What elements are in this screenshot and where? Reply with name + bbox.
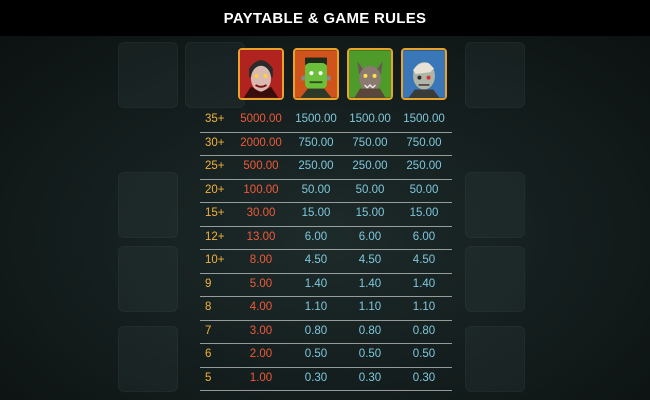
symbol-count: 10+	[205, 254, 225, 266]
payout-vampire: 1.00	[249, 371, 273, 384]
payout-frankenstein: 1500.00	[295, 113, 337, 125]
board-tile	[118, 42, 178, 108]
symbol-count: 35+	[205, 113, 225, 125]
payout-frankenstein: 1.40	[304, 277, 328, 290]
payout-werewolf: 0.30	[358, 371, 382, 384]
payout-werewolf: 6.00	[358, 230, 382, 243]
symbol-count: 25+	[205, 160, 225, 172]
payout-zombie: 1.40	[412, 277, 436, 290]
payout-zombie: 15.00	[409, 207, 439, 219]
payout-vampire: 100.00	[243, 183, 279, 196]
payout-zombie: 1.10	[412, 301, 436, 313]
header-bar: PAYTABLE & GAME RULES	[0, 0, 650, 36]
payout-werewolf: 0.80	[358, 324, 382, 337]
payout-vampire: 2.00	[249, 348, 273, 360]
payout-frankenstein: 750.00	[298, 136, 334, 149]
payout-vampire: 5000.00	[240, 113, 282, 125]
board-tile	[118, 246, 178, 312]
payout-frankenstein: 0.80	[304, 324, 328, 337]
paytable-row: 7 3.00 0.80 0.80 0.80	[200, 320, 452, 344]
payout-zombie: 1500.00	[403, 113, 445, 125]
symbol-count: 20+	[205, 183, 225, 196]
payout-werewolf: 1.10	[358, 301, 382, 313]
payout-werewolf: 250.00	[352, 160, 388, 172]
symbol-count: 12+	[205, 230, 225, 243]
payout-werewolf: 0.50	[358, 348, 382, 360]
payout-zombie: 0.80	[412, 324, 436, 337]
paytable-row: 20+ 100.00 50.00 50.00 50.00	[200, 179, 452, 203]
board-tile	[465, 42, 525, 108]
symbol-count: 9	[205, 277, 212, 290]
payout-frankenstein: 6.00	[304, 230, 328, 243]
symbol-count: 30+	[205, 136, 225, 149]
payout-vampire: 13.00	[246, 230, 276, 243]
symbol-count: 5	[205, 371, 212, 384]
payout-frankenstein: 1.10	[304, 301, 328, 313]
payout-werewolf: 50.00	[355, 183, 385, 196]
payout-zombie: 250.00	[406, 160, 442, 172]
paytable-row: 8 4.00 1.10 1.10 1.10	[200, 296, 452, 321]
board-tile	[465, 172, 525, 238]
paytable-row: 5 1.00 0.30 0.30 0.30	[200, 367, 452, 391]
werewolf-icon	[347, 48, 393, 100]
symbol-count: 15+	[205, 207, 225, 219]
payout-vampire: 5.00	[249, 277, 273, 290]
frankenstein-icon	[293, 48, 339, 100]
board-tile	[118, 172, 178, 238]
payout-zombie: 0.30	[412, 371, 436, 384]
payout-zombie: 50.00	[409, 183, 439, 196]
paytable-row: 10+ 8.00 4.50 4.50 4.50	[200, 249, 452, 274]
payout-werewolf: 4.50	[358, 254, 382, 266]
payout-frankenstein: 50.00	[301, 183, 331, 196]
payout-vampire: 2000.00	[240, 136, 282, 149]
payout-zombie: 6.00	[412, 230, 436, 243]
board-tile	[118, 326, 178, 392]
payout-frankenstein: 250.00	[298, 160, 334, 172]
payout-vampire: 3.00	[249, 324, 273, 337]
page-title: PAYTABLE & GAME RULES	[223, 9, 427, 27]
paytable-row: 6 2.00 0.50 0.50 0.50	[200, 343, 452, 368]
payout-vampire: 8.00	[249, 254, 273, 266]
paytable-row: 25+ 500.00 250.00 250.00 250.00	[200, 155, 452, 180]
paytable-row: 15+ 30.00 15.00 15.00 15.00	[200, 202, 452, 227]
payout-frankenstein: 0.30	[304, 371, 328, 384]
symbol-count: 6	[205, 348, 212, 360]
paytable-row: 30+ 2000.00 750.00 750.00 750.00	[200, 132, 452, 156]
paytable-row: 35+ 5000.00 1500.00 1500.00 1500.00	[200, 108, 452, 133]
zombie-icon	[401, 48, 447, 100]
board-tile	[465, 326, 525, 392]
payout-vampire: 500.00	[243, 160, 279, 172]
payout-werewolf: 1500.00	[349, 113, 391, 125]
paytable-row: 12+ 13.00 6.00 6.00 6.00	[200, 226, 452, 250]
payout-frankenstein: 0.50	[304, 348, 328, 360]
payout-zombie: 0.50	[412, 348, 436, 360]
payout-werewolf: 750.00	[352, 136, 388, 149]
board-tile	[465, 246, 525, 312]
payout-frankenstein: 15.00	[301, 207, 331, 219]
payout-frankenstein: 4.50	[304, 254, 328, 266]
paytable-row: 9 5.00 1.40 1.40 1.40	[200, 273, 452, 297]
payout-zombie: 4.50	[412, 254, 436, 266]
vampire-icon	[238, 48, 284, 100]
payout-zombie: 750.00	[406, 136, 442, 149]
payout-werewolf: 1.40	[358, 277, 382, 290]
payout-vampire: 30.00	[246, 207, 276, 219]
symbol-count: 7	[205, 324, 212, 337]
payout-werewolf: 15.00	[355, 207, 385, 219]
payout-vampire: 4.00	[249, 301, 273, 313]
symbol-count: 8	[205, 301, 212, 313]
board-tile	[185, 42, 245, 108]
